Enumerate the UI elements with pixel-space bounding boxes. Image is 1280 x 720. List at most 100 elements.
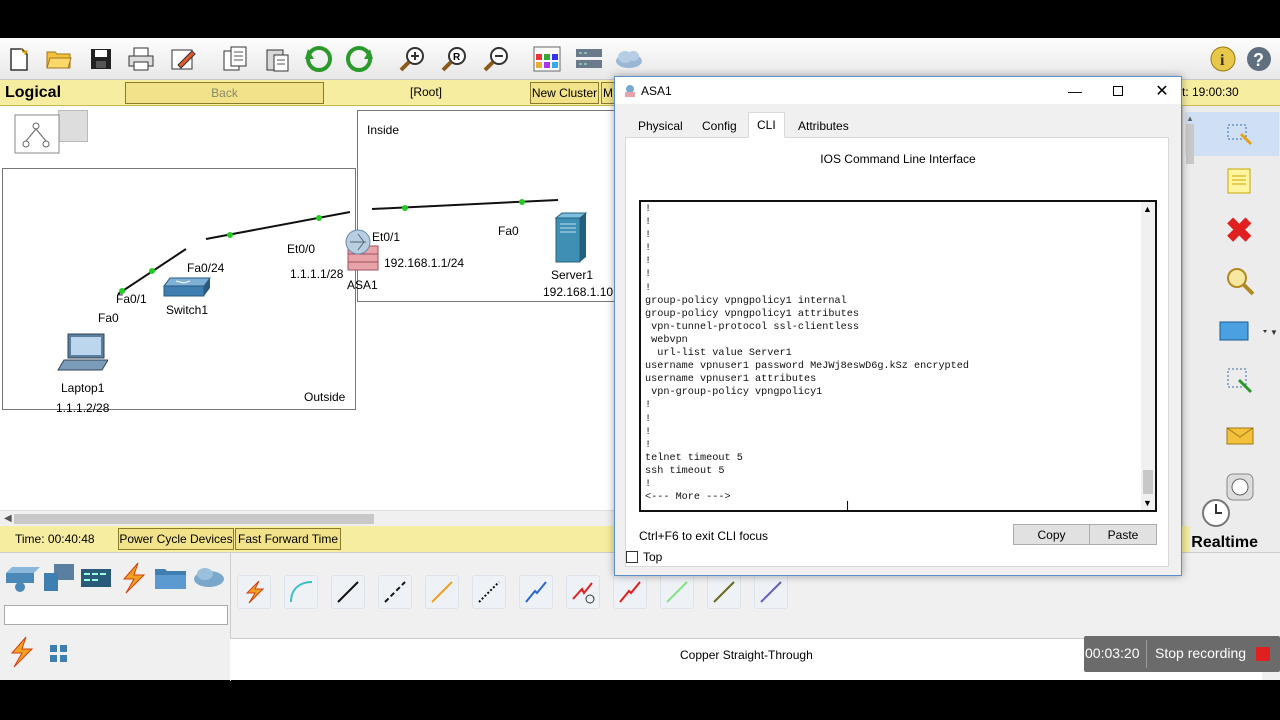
clock-display: t: 19:00:30 [1182, 85, 1239, 99]
power-cycle-devices-button[interactable]: Power Cycle Devices [118, 528, 234, 550]
root-label: [Root] [410, 85, 443, 99]
asa-port-et00: Et0/0 [287, 242, 316, 256]
switch-icon[interactable] [162, 274, 212, 305]
fiber-cable-icon[interactable] [425, 575, 459, 609]
tab-config[interactable]: Config [693, 114, 746, 137]
serial-dte-icon[interactable] [613, 575, 647, 609]
phone-cable-icon[interactable] [472, 575, 506, 609]
recording-time: 00:03:20 [1085, 645, 1140, 661]
tab-physical[interactable]: Physical [629, 114, 692, 137]
cli-console[interactable]: ! ! ! ! ! ! ! group-policy vpngpolicy1 i… [639, 200, 1157, 512]
svg-text:R: R [453, 52, 461, 63]
serial-dce-icon[interactable] [566, 575, 600, 609]
svg-text:i: i [1220, 52, 1225, 69]
paste-button[interactable]: Paste [1089, 524, 1157, 545]
scroll-left-icon[interactable]: ◀ [4, 513, 12, 524]
back-button[interactable]: Back [125, 82, 324, 104]
console-scroll-thumb[interactable] [1143, 470, 1153, 494]
console-scroll-down-icon[interactable]: ▼ [1143, 498, 1152, 508]
laptop-icon[interactable] [56, 332, 109, 377]
resize-tool-icon[interactable] [1227, 368, 1255, 399]
minimize-icon[interactable]: — [1062, 77, 1088, 104]
console-output: ! ! ! ! ! ! ! group-policy vpngpolicy1 i… [645, 204, 970, 504]
activity-wizard-icon[interactable] [168, 44, 198, 74]
close-icon[interactable]: ✕ [1149, 77, 1175, 104]
end-devices-category-icon[interactable] [42, 563, 76, 596]
note-tool-icon[interactable] [1227, 168, 1253, 197]
tab-cli[interactable]: CLI [748, 112, 785, 138]
stop-recording-button[interactable]: Stop recording [1155, 645, 1246, 661]
delete-tool-icon[interactable]: ✖ [1225, 214, 1254, 248]
octal-cable-icon[interactable] [660, 575, 694, 609]
device-search-field[interactable] [4, 605, 228, 625]
simple-pdu-icon[interactable] [1225, 424, 1255, 449]
palette-icon[interactable] [532, 44, 562, 74]
save-icon[interactable] [86, 44, 116, 74]
realtime-clock-icon[interactable] [1201, 498, 1231, 531]
cli-panel: IOS Command Line Interface ! ! ! ! ! ! !… [625, 137, 1169, 567]
zoom-in-icon[interactable] [398, 44, 428, 74]
stop-icon[interactable] [1256, 647, 1270, 661]
logical-mode-label: Logical [5, 84, 62, 101]
switch-port-fa01: Fa0/1 [116, 292, 147, 306]
connections-subcategory-icon[interactable] [4, 635, 38, 672]
tab-attributes[interactable]: Attributes [789, 114, 858, 137]
copper-cross-over-icon[interactable] [378, 575, 412, 609]
coaxial-cable-icon[interactable] [519, 575, 553, 609]
svg-text:?: ? [1253, 50, 1264, 70]
move-object-button[interactable]: M [601, 82, 615, 104]
print-icon[interactable] [126, 44, 156, 74]
paste-icon[interactable] [262, 44, 292, 74]
inspect-tool-icon[interactable] [1225, 266, 1255, 299]
recording-widget: 00:03:20 Stop recording [1084, 636, 1280, 672]
copper-straight-through-icon[interactable] [331, 575, 365, 609]
laptop-port: Fa0 [98, 311, 119, 325]
asa-name: ASA1 [347, 278, 378, 292]
iot-custom-cable-icon[interactable] [707, 575, 741, 609]
help-icon[interactable]: ? [1244, 44, 1274, 74]
top-checkbox-label: Top [643, 550, 663, 564]
automatic-cable-icon[interactable] [237, 575, 271, 609]
copy-button[interactable]: Copy [1013, 524, 1090, 545]
shape-dropdown-icon[interactable]: ▼ [1270, 328, 1278, 337]
asa-ip-inside: 192.168.1.1/24 [384, 256, 465, 270]
text-cursor-icon: ∣ [844, 500, 852, 512]
server-name: Server1 [551, 268, 594, 282]
open-folder-icon[interactable] [44, 44, 74, 74]
info-icon[interactable]: i [1208, 44, 1238, 74]
server-icon[interactable] [554, 212, 588, 267]
zoom-out-icon[interactable] [482, 44, 512, 74]
redo-icon[interactable] [344, 44, 374, 74]
switch-port-fa024: Fa0/24 [187, 261, 225, 275]
main-toolbar: R i ? [0, 38, 1280, 80]
top-checkbox[interactable] [626, 551, 638, 563]
window-titlebar[interactable]: ASA1 — ✕ [615, 77, 1181, 104]
console-scroll-up-icon[interactable]: ▲ [1143, 204, 1152, 214]
miscellaneous-category-icon[interactable] [154, 565, 188, 594]
multiuser-category-icon[interactable] [192, 565, 226, 592]
fast-forward-time-button[interactable]: Fast Forward Time [235, 528, 341, 550]
copy-icon[interactable] [220, 44, 250, 74]
draw-shape-tool-icon[interactable] [1219, 320, 1269, 345]
console-scrollbar[interactable]: ▲ ▼ [1141, 202, 1155, 510]
undo-icon[interactable] [304, 44, 334, 74]
grid-view-icon[interactable] [48, 643, 70, 668]
connections-category-icon[interactable] [116, 561, 150, 598]
select-tool-icon[interactable] [1185, 112, 1279, 156]
components-category-icon[interactable] [80, 565, 112, 594]
network-devices-category-icon[interactable] [4, 563, 40, 596]
new-file-icon[interactable] [4, 44, 34, 74]
custom-device-icon[interactable] [574, 44, 604, 74]
panel-scroll-thumb[interactable] [1186, 124, 1194, 164]
selected-cable-name: Copper Straight-Through [680, 648, 813, 662]
new-cluster-button[interactable]: New Cluster [530, 82, 599, 104]
console-cable-icon[interactable] [284, 575, 318, 609]
zoom-reset-icon[interactable]: R [440, 44, 470, 74]
panel-scroll-up-icon[interactable]: ▲ [1186, 114, 1194, 123]
laptop-name: Laptop1 [61, 381, 105, 395]
cloud-icon[interactable] [614, 44, 644, 74]
maximize-icon[interactable] [1105, 77, 1131, 104]
usb-cable-icon[interactable] [754, 575, 788, 609]
asa1-device-window: ASA1 — ✕ Physical Config CLI Attributes … [614, 76, 1182, 576]
workspace-scroll-thumb[interactable] [14, 514, 374, 524]
